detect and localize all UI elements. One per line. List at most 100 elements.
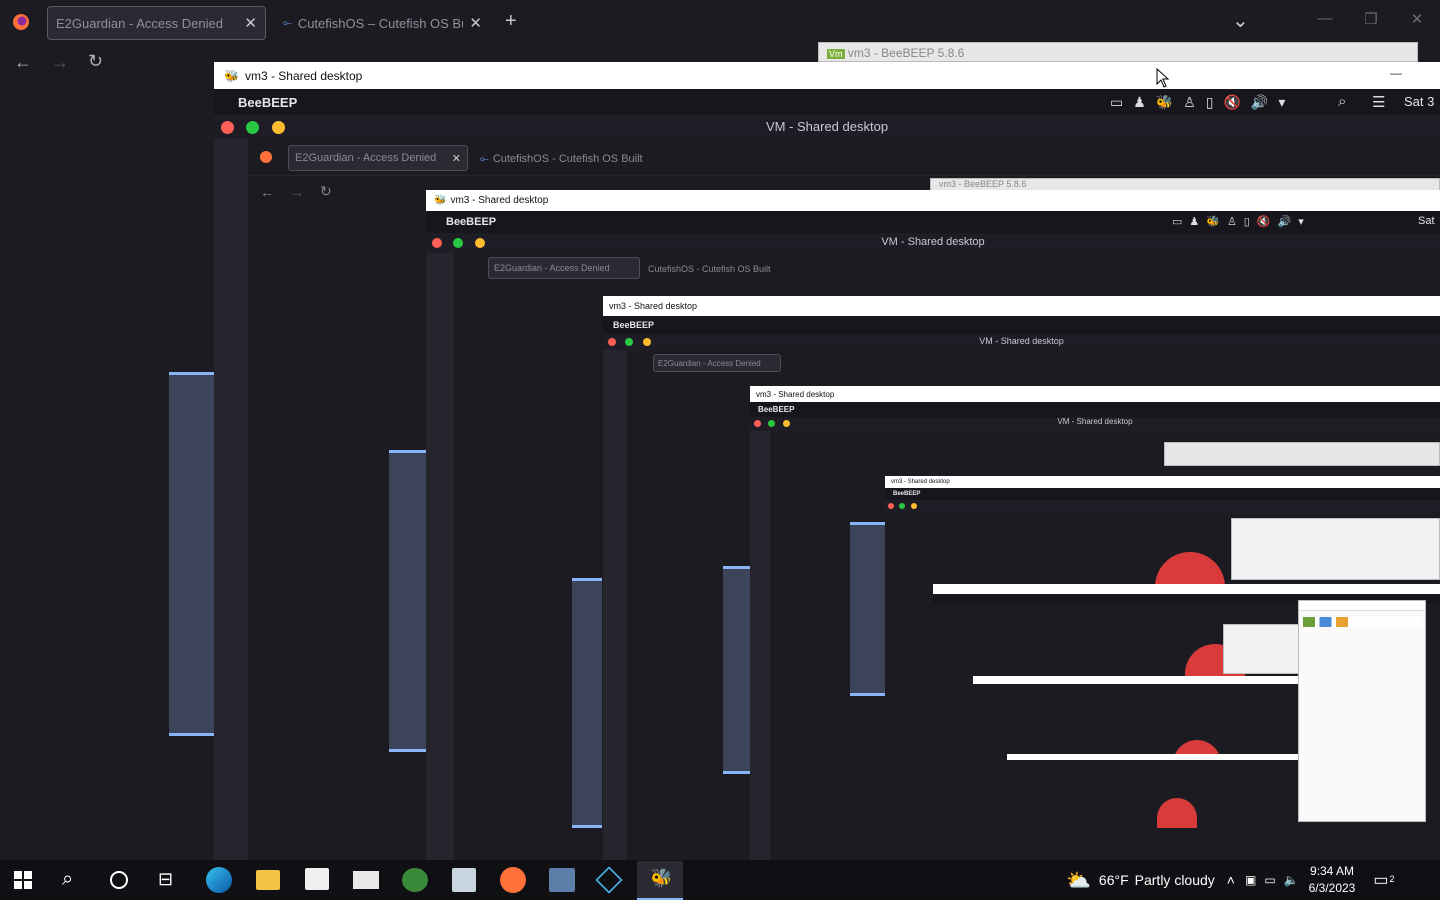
maximize-button[interactable]: ❐ <box>1356 10 1386 28</box>
vm-window-titlebar[interactable]: 🐝 vm3 - Shared desktop — <box>214 62 1440 89</box>
firefox-icon[interactable] <box>260 151 272 163</box>
mac-window-title: VM - Shared desktop <box>1057 417 1133 426</box>
reload-icon[interactable]: ↻ <box>320 183 332 200</box>
menubar-app-name[interactable]: BeeBEEP <box>238 95 297 110</box>
vm-icon: Vm <box>827 49 845 59</box>
nested-tab-e2guardian[interactable]: E2Guardian - Access Denied ✕ <box>288 145 468 171</box>
tab-e2guardian[interactable]: E2Guardian - Access Denied ✕ <box>47 6 266 40</box>
nested-sidebar-pill <box>723 566 751 774</box>
task-view-icon[interactable]: ⊟ <box>158 869 173 890</box>
beebeep-icon: 🐝 <box>434 195 447 206</box>
network-icon[interactable]: ▭ <box>1264 873 1275 887</box>
background-window-titlebar[interactable]: Vm vm3 - BeeBEEP 5.8.6 <box>818 42 1418 62</box>
nested-background-title: vm3 - BeeBEEP 5.8.6 <box>939 179 1027 189</box>
beebeep-icon: 🐝 <box>224 68 239 83</box>
zoom-traffic-light[interactable] <box>768 420 775 427</box>
weather-icon[interactable]: ⛅ <box>1066 868 1091 893</box>
mac-menubar: BeeBEEP <box>603 316 1440 334</box>
nested-browser-tabbar: E2Guardian - Access Denied CutefishOS - … <box>454 253 1440 283</box>
close-traffic-light[interactable] <box>221 121 234 134</box>
nested-tab-e2guardian[interactable]: E2Guardian - Access Denied <box>653 354 781 372</box>
back-arrow-icon[interactable]: ← <box>14 52 32 73</box>
vm-window-title: vm3 - Shared desktop <box>891 479 950 485</box>
minimize-traffic-light[interactable] <box>643 338 651 346</box>
menubar-status-icons[interactable]: ▭♟🐝♙▯🔇🔊▾ <box>1172 215 1311 228</box>
mac-window-titlebar: VM - Shared desktop <box>750 417 1440 431</box>
new-tab-button[interactable]: + <box>505 10 517 33</box>
chevron-up-icon[interactable]: ˄ <box>1227 872 1235 888</box>
list-all-tabs-button[interactable]: ⌄ <box>1232 8 1249 33</box>
sidebar-pill <box>169 372 215 736</box>
beebeep-icon: 🐝 <box>650 868 673 888</box>
menubar-app-name[interactable]: BeeBEEP <box>613 320 654 330</box>
vm-window-titlebar[interactable]: vm3 - Shared desktop <box>885 476 1440 488</box>
nested-left-border <box>750 431 770 860</box>
nested-tab-cutefishos[interactable]: ⟜ CutefishOS - Cutefish OS Built <box>480 151 650 167</box>
minimize-traffic-light[interactable] <box>272 121 285 134</box>
beebeep-side-window[interactable] <box>1298 600 1426 822</box>
close-traffic-light[interactable] <box>608 338 616 346</box>
cortana-icon[interactable] <box>110 871 128 889</box>
store-icon[interactable] <box>305 868 329 890</box>
background-window-title: vm3 - BeeBEEP 5.8.6 <box>847 46 965 60</box>
tab-cutefishos[interactable]: ⟜ CutefishOS – Cutefish OS Built ✕ <box>275 6 490 40</box>
notification-icon[interactable]: ▭ 2 <box>1373 870 1394 890</box>
windows-start-icon[interactable] <box>14 871 32 894</box>
vm-window-title: vm3 - Shared desktop <box>756 389 835 399</box>
nested-tab-e2guardian[interactable]: E2Guardian - Access Denied <box>488 257 640 279</box>
search-icon[interactable]: ⌕ <box>62 868 73 891</box>
vm-window-titlebar[interactable]: vm3 - Shared desktop <box>603 296 1440 316</box>
zoom-traffic-light[interactable] <box>899 503 905 509</box>
zoom-traffic-light[interactable] <box>625 338 633 346</box>
meet-now-icon[interactable]: ▣ <box>1245 873 1256 887</box>
control-center-icon[interactable]: ☰ <box>1372 93 1385 111</box>
firefox-icon[interactable] <box>12 13 30 31</box>
vm-window-titlebar[interactable]: vm3 - Shared desktop <box>750 386 1440 402</box>
file-explorer-icon[interactable] <box>256 870 280 890</box>
forward-arrow-icon[interactable]: → <box>51 52 69 73</box>
remote-desktop-icon[interactable] <box>452 868 476 892</box>
tab-close-icon[interactable]: ✕ <box>469 14 482 32</box>
nested-tab-cutefishos[interactable]: CutefishOS - Cutefish OS Built <box>648 262 788 276</box>
search-icon[interactable]: ⌕ <box>1338 93 1346 110</box>
tab-close-icon[interactable]: ✕ <box>244 14 257 32</box>
nested-tab-label: E2Guardian - Access Denied <box>658 358 761 368</box>
zoom-traffic-light[interactable] <box>453 238 463 248</box>
beebeep-chat-panel <box>1223 624 1303 674</box>
volume-icon[interactable]: 🔈 <box>1284 873 1299 887</box>
beebeep-toolbar[interactable] <box>1303 617 1421 627</box>
mail-icon[interactable] <box>353 871 379 889</box>
menubar-app-name[interactable]: BeeBEEP <box>893 491 920 497</box>
weather-desc[interactable]: Partly cloudy <box>1135 872 1215 888</box>
menubar-status-icons[interactable]: ▭♟🐝♙▯🔇🔊▾ <box>1110 94 1295 111</box>
forward-arrow-icon[interactable]: → <box>290 184 304 200</box>
vm-minimize-button[interactable]: — <box>1390 66 1402 80</box>
clock[interactable]: 9:34 AM 6/3/2023 <box>1309 863 1356 897</box>
vm-window-title: vm3 - Shared desktop <box>244 68 363 83</box>
vm-window-titlebar[interactable]: 🐝 vm3 - Shared desktop <box>426 190 1440 211</box>
beebeep-side-titlebar <box>1299 601 1425 611</box>
zoom-traffic-light[interactable] <box>246 121 259 134</box>
network-tool-icon[interactable] <box>402 868 428 892</box>
reload-icon[interactable]: ↻ <box>88 51 103 72</box>
close-button[interactable]: ✕ <box>1402 10 1432 28</box>
edge-icon[interactable] <box>206 867 232 893</box>
tab-close-icon[interactable]: ✕ <box>452 152 461 165</box>
minimize-traffic-light[interactable] <box>911 503 917 509</box>
menubar-app-name[interactable]: BeeBEEP <box>758 405 794 414</box>
nested-sidebar-pill <box>389 450 427 752</box>
back-arrow-icon[interactable]: ← <box>260 184 274 200</box>
vm-window-title: vm3 - Shared desktop <box>450 195 549 206</box>
close-traffic-light[interactable] <box>754 420 761 427</box>
menubar-app-name[interactable]: BeeBEEP <box>446 216 496 228</box>
minimize-traffic-light[interactable] <box>783 420 790 427</box>
vm-viewer-icon[interactable] <box>549 868 575 892</box>
system-tray: ⛅ 66°F Partly cloudy ˄ ▣ ▭ 🔈 9:34 AM 6/3… <box>1066 860 1440 900</box>
close-traffic-light[interactable] <box>888 503 894 509</box>
nested-left-border <box>603 350 627 860</box>
firefox-icon[interactable] <box>500 867 526 893</box>
weather-temp[interactable]: 66°F <box>1099 872 1129 888</box>
minimize-button[interactable]: — <box>1310 10 1340 27</box>
close-traffic-light[interactable] <box>432 238 442 248</box>
minimize-traffic-light[interactable] <box>475 238 485 248</box>
